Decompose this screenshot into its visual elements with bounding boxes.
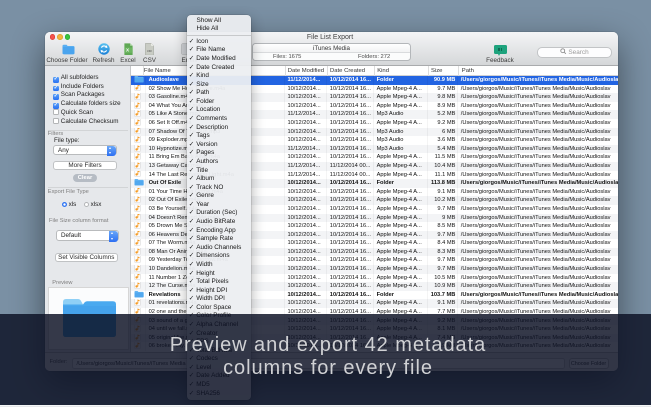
svg-text:csv: csv: [147, 49, 152, 53]
